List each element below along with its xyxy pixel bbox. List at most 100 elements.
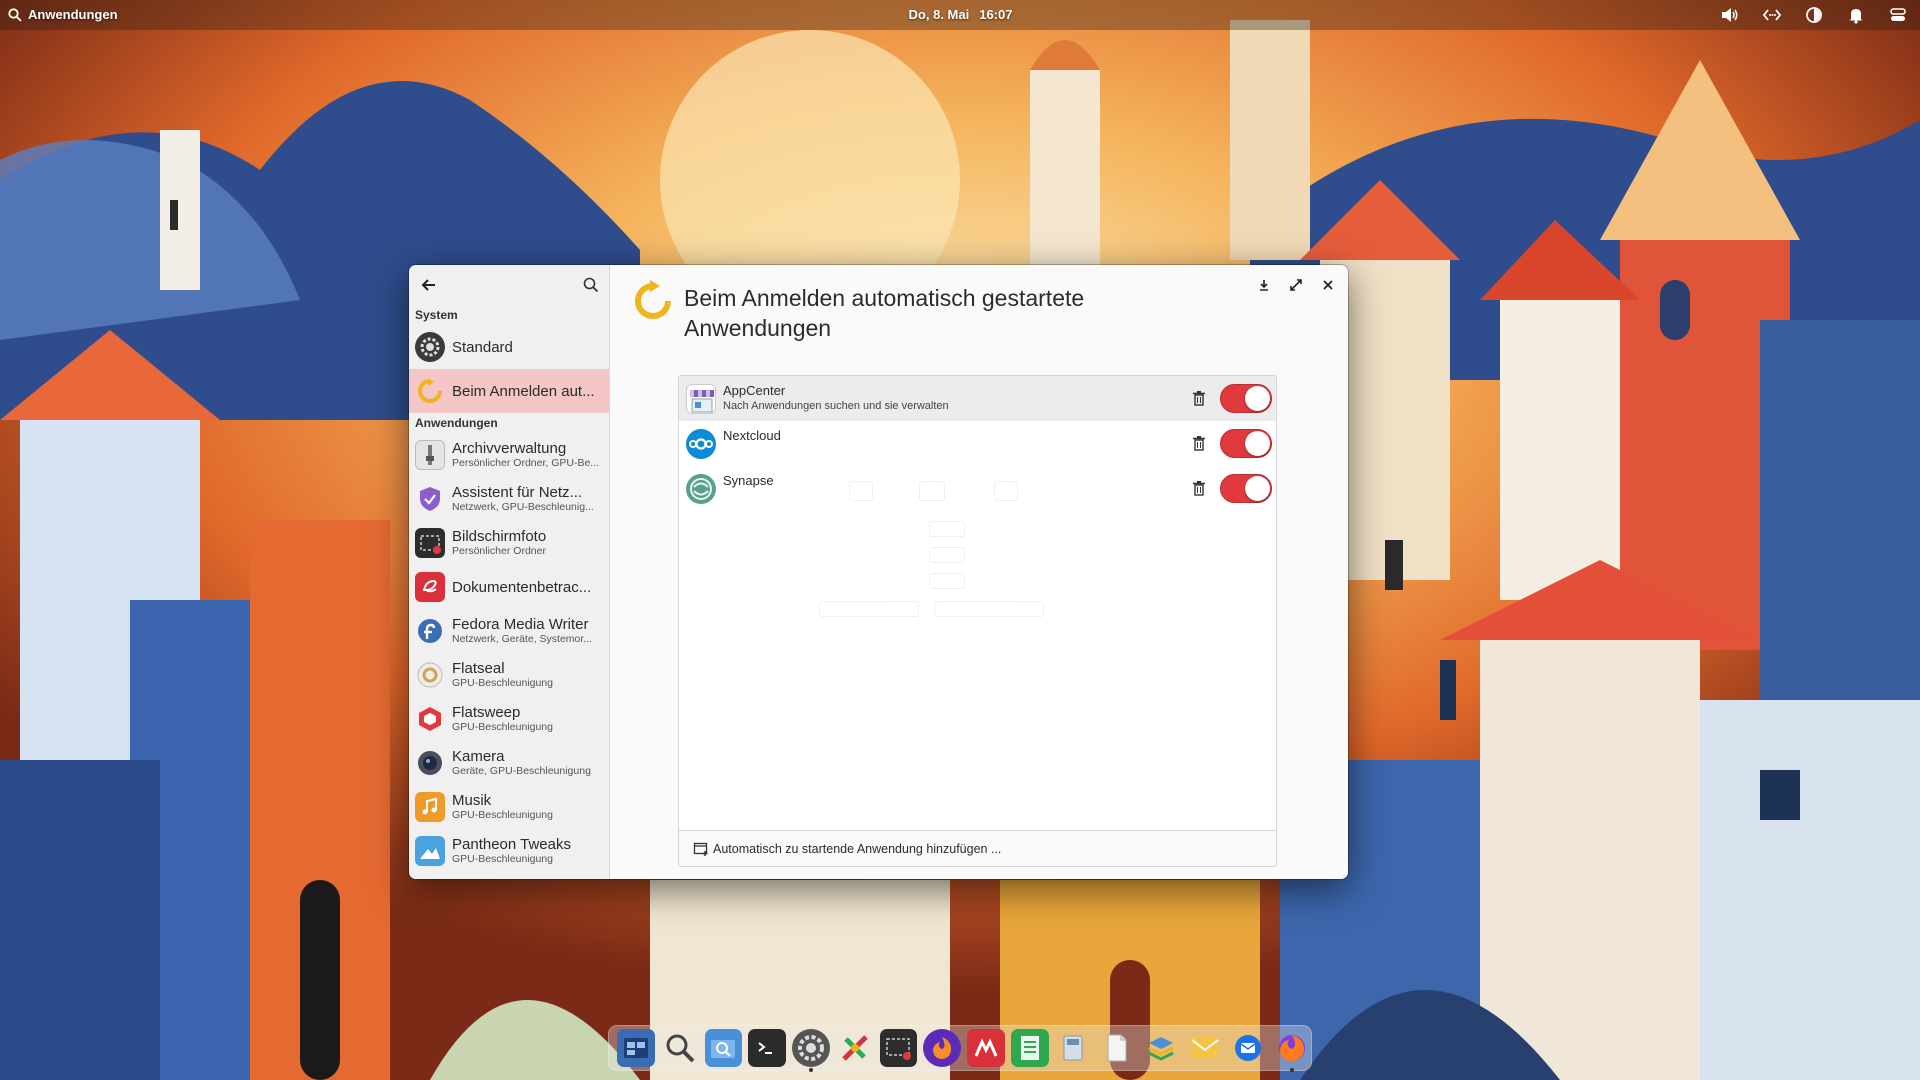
volume-icon[interactable]	[1720, 5, 1740, 25]
toggle-knob	[1245, 431, 1270, 456]
enable-toggle[interactable]	[1220, 429, 1272, 458]
sidebar-item-flatsweep[interactable]: Flatsweep GPU-Beschleunigung	[409, 697, 609, 741]
document-viewer-icon	[415, 572, 445, 602]
startup-pane: Beim Anmelden automatisch gestartete Anw…	[611, 265, 1348, 879]
appcenter-icon	[686, 383, 716, 414]
date-label: Do, 8. Mai	[908, 7, 970, 22]
maximize-icon[interactable]	[1286, 275, 1306, 295]
app-name: Synapse	[723, 473, 774, 488]
enable-toggle[interactable]	[1220, 384, 1272, 413]
search-icon[interactable]	[581, 275, 601, 295]
datetime-indicator[interactable]: Do, 8. Mai 16:07	[903, 7, 1018, 22]
music-icon	[415, 792, 445, 822]
sidebar-item-label: Dokumentenbetrac...	[452, 578, 592, 596]
sidebar-item-flatseal[interactable]: Flatseal GPU-Beschleunigung	[409, 653, 609, 697]
multitasking-view-icon[interactable]	[617, 1029, 655, 1067]
sidebar-item-standard[interactable]: Standard	[409, 325, 609, 369]
gear-icon	[415, 332, 445, 362]
session-icon[interactable]	[1888, 5, 1908, 25]
sidebar-item-sublabel: GPU-Beschleunigung	[452, 721, 553, 733]
back-arrow-icon[interactable]	[419, 275, 439, 295]
terminal-icon[interactable]	[748, 1029, 786, 1067]
camera-icon	[415, 748, 445, 778]
firefox-developer-icon[interactable]	[923, 1029, 961, 1067]
shield-icon	[415, 484, 445, 514]
sidebar-item-label: Fedora Media Writer	[452, 616, 589, 633]
sidebar-header	[409, 265, 609, 305]
sidebar-item-sublabel: GPU-Beschleunigung	[452, 809, 553, 821]
sidebar-item-label: Assistent für Netz...	[452, 484, 583, 501]
disk-utility-icon[interactable]	[1055, 1029, 1093, 1067]
layers-icon[interactable]	[1142, 1029, 1180, 1067]
applications-label: Anwendungen	[28, 7, 118, 22]
refresh-icon	[415, 376, 445, 406]
sidebar-item-fedora-media-writer[interactable]: Fedora Media Writer Netzwerk, Geräte, Sy…	[409, 609, 609, 653]
panel-indicators	[1720, 5, 1908, 25]
toggle-knob	[1245, 476, 1270, 501]
applications-menu-button[interactable]: Anwendungen	[8, 7, 118, 22]
dock	[608, 1025, 1312, 1072]
time-label: 16:07	[979, 7, 1013, 22]
page-title: Beim Anmelden automatisch gestartete Anw…	[684, 285, 1085, 341]
notifications-icon[interactable]	[1846, 5, 1866, 25]
sidebar-item-dokumentenbetrachter[interactable]: Dokumentenbetrac...	[409, 565, 609, 609]
flatseal-icon	[415, 660, 445, 690]
add-window-icon	[693, 841, 709, 857]
sidebar-item-label: Standard	[452, 338, 513, 356]
trash-icon[interactable]	[1189, 433, 1209, 453]
sidebar-item-sublabel: Netzwerk, GPU-Beschleunig...	[452, 501, 594, 513]
app-name: Nextcloud	[723, 428, 781, 443]
sidebar-item-bildschirmfoto[interactable]: Bildschirmfoto Persönlicher Ordner	[409, 521, 609, 565]
search-icon	[8, 7, 22, 22]
flatsweep-icon	[415, 704, 445, 734]
list-item[interactable]: AppCenter Nach Anwendungen suchen und si…	[679, 376, 1276, 421]
trash-icon[interactable]	[1189, 478, 1209, 498]
mail-icon[interactable]	[1186, 1029, 1224, 1067]
sidebar-item-label: Bildschirmfoto	[452, 528, 547, 545]
sidebar-item-kamera[interactable]: Kamera Geräte, GPU-Beschleunigung	[409, 741, 609, 785]
sidebar-section-apps: Anwendungen	[415, 416, 498, 430]
app-description: Nach Anwendungen suchen und sie verwalte…	[723, 400, 949, 412]
system-settings-icon[interactable]	[792, 1029, 830, 1072]
sidebar-item-musik[interactable]: Musik GPU-Beschleunigung	[409, 785, 609, 829]
synapse-icon	[686, 473, 716, 504]
sidebar-item-sublabel: Netzwerk, Geräte, Systemor...	[452, 633, 593, 645]
trash-icon[interactable]	[1189, 388, 1209, 408]
thunderbird-icon[interactable]	[1230, 1029, 1268, 1067]
spreadsheet-icon[interactable]	[1010, 1029, 1049, 1067]
search-app-icon[interactable]	[661, 1029, 699, 1067]
top-panel: Anwendungen Do, 8. Mai 16:07	[0, 0, 1920, 30]
sidebar-item-label: Flatsweep	[452, 704, 521, 721]
list-item[interactable]: Synapse	[679, 466, 1276, 511]
files-icon[interactable]	[704, 1029, 743, 1067]
download-icon[interactable]	[1254, 275, 1274, 295]
archive-manager-icon	[415, 440, 445, 470]
close-icon[interactable]	[1318, 275, 1338, 295]
firefox-icon[interactable]	[1273, 1029, 1311, 1072]
sidebar-item-sublabel: GPU-Beschleunigung	[452, 677, 553, 689]
toggle-knob	[1245, 386, 1270, 411]
list-item[interactable]: Nextcloud	[679, 421, 1276, 466]
flatseal-dock-icon[interactable]	[836, 1029, 874, 1067]
screenshot-dock-icon[interactable]	[879, 1029, 918, 1067]
sidebar-item-startup[interactable]: Beim Anmelden aut...	[409, 369, 609, 413]
sidebar-item-sublabel: Persönlicher Ordner	[452, 545, 546, 557]
night-light-icon[interactable]	[1804, 5, 1824, 25]
window-controls	[1254, 275, 1338, 295]
text-editor-icon[interactable]	[1098, 1029, 1136, 1067]
sidebar-item-label: Pantheon Tweaks	[452, 836, 571, 853]
app-name: AppCenter	[723, 383, 786, 398]
network-icon[interactable]	[1762, 5, 1782, 25]
pantheon-tweaks-icon	[415, 836, 445, 866]
sidebar-item-pantheon-tweaks[interactable]: Pantheon Tweaks GPU-Beschleunigung	[409, 829, 609, 873]
settings-window: System Standard Beim Anmelden aut... Anw…	[409, 265, 1348, 879]
sidebar-item-assistent-netz[interactable]: Assistent für Netz... Netzwerk, GPU-Besc…	[409, 477, 609, 521]
sidebar-item-archivverwaltung[interactable]: Archivverwaltung Persönlicher Ordner, GP…	[409, 433, 609, 477]
sidebar-item-label: Archivverwaltung	[452, 440, 567, 457]
sidebar-item-sublabel: Geräte, GPU-Beschleunigung	[452, 765, 591, 777]
refresh-icon	[631, 279, 675, 323]
enable-toggle[interactable]	[1220, 474, 1272, 503]
running-indicator	[809, 1068, 813, 1072]
pdf-viewer-icon[interactable]	[967, 1029, 1005, 1067]
add-startup-app-button[interactable]: Automatisch zu startende Anwendung hinzu…	[679, 830, 1276, 866]
